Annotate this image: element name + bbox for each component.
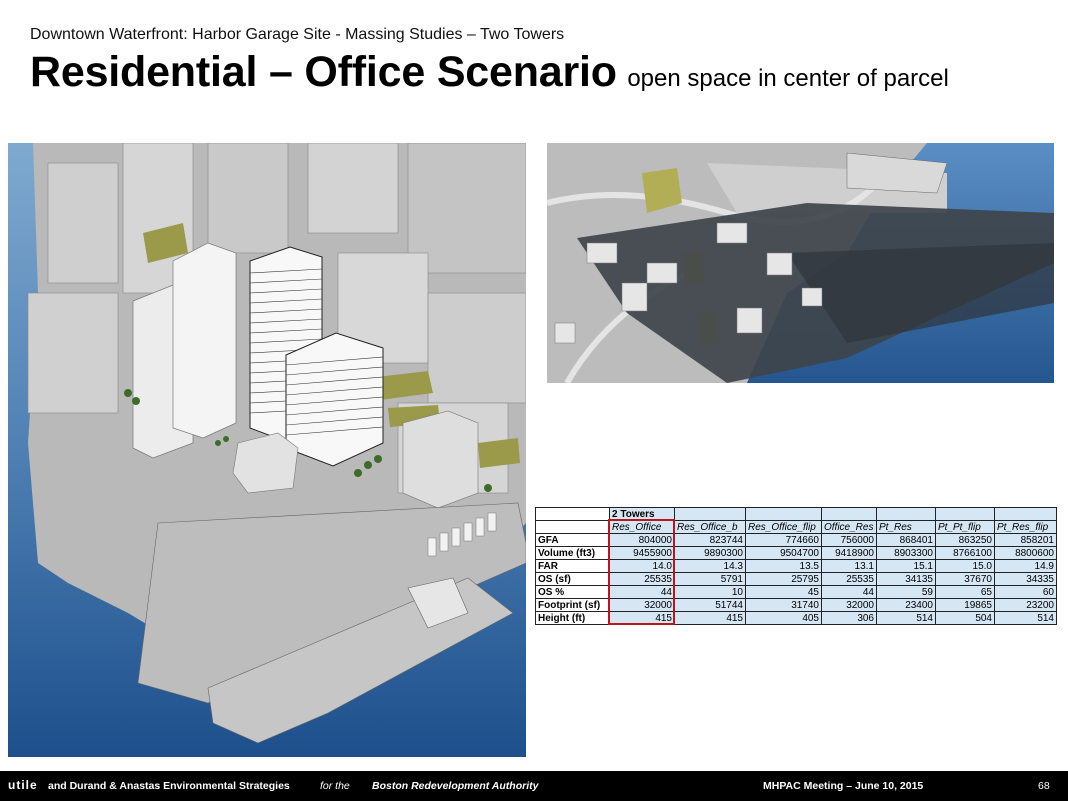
table-cell: 415: [609, 611, 675, 625]
table-row: OS % 44 10 45 44 59 65 60: [535, 585, 1057, 599]
column-header: Res_Office_flip: [745, 520, 822, 534]
row-label: Height (ft): [535, 611, 610, 625]
table-cell: 59: [876, 585, 936, 599]
table-cell: 14.0: [609, 559, 675, 573]
table-cell: 13.5: [745, 559, 822, 573]
table-cell: 858201: [994, 533, 1057, 547]
table-cell: 51744: [674, 598, 746, 612]
table-header-row: Res_Office Res_Office_b Res_Office_flip …: [535, 520, 1057, 534]
row-label: Footprint (sf): [535, 598, 610, 612]
table-cell: 5791: [674, 572, 746, 586]
table-cell: 44: [821, 585, 877, 599]
table-cell: 44: [609, 585, 675, 599]
table-cell: 65: [935, 585, 995, 599]
table-cell: 823744: [674, 533, 746, 547]
table-cell: 19865: [935, 598, 995, 612]
table-cell: 9418900: [821, 546, 877, 560]
table-cell: 34335: [994, 572, 1057, 586]
slide-title-row: Residential – Office Scenario open space…: [30, 48, 949, 97]
table-cell: 9455900: [609, 546, 675, 560]
table-cell: 9504700: [745, 546, 822, 560]
table-row: Volume (ft3) 9455900 9890300 9504700 9418900…: [535, 546, 1057, 560]
table-cell: 804000: [609, 533, 675, 547]
table-cell: 15.1: [876, 559, 936, 573]
row-label: GFA: [535, 533, 610, 547]
footer-credit: and Durand & Anastas Environmental Strat…: [48, 780, 290, 792]
table-cell: 25795: [745, 572, 822, 586]
table-row: Footprint (sf) 32000 51744 31740 32000 23400 1…: [535, 598, 1057, 612]
table-group-row: 2 Towers: [535, 507, 1057, 521]
table-cell: 14.3: [674, 559, 746, 573]
utile-logo: utile: [8, 778, 38, 792]
table-cell: 45: [745, 585, 822, 599]
shadow-study-plan: [547, 143, 1054, 383]
footer-client: Boston Redevelopment Authority: [372, 780, 539, 792]
table-cell: 9890300: [674, 546, 746, 560]
table-cell: 23200: [994, 598, 1057, 612]
footer-for-text: for the: [320, 780, 350, 792]
table-cell: 756000: [821, 533, 877, 547]
aerial-massing-render: [8, 143, 526, 757]
slide-supertitle: Downtown Waterfront: Harbor Garage Site …: [30, 26, 565, 43]
table-cell: 37670: [935, 572, 995, 586]
table-row: FAR 14.0 14.3 13.5 13.1 15.1 15.0 14.9: [535, 559, 1057, 573]
table-row: OS (sf) 25535 5791 25795 25535 34135 37670 3433…: [535, 572, 1057, 586]
table-cell: 514: [876, 611, 936, 625]
table-cell: 8766100: [935, 546, 995, 560]
table-cell: 415: [674, 611, 746, 625]
column-header: Pt_Res_flip: [994, 520, 1057, 534]
table-cell: 774660: [745, 533, 822, 547]
row-label: OS (sf): [535, 572, 610, 586]
table-cell: 863250: [935, 533, 995, 547]
table-cell: 10: [674, 585, 746, 599]
row-label: FAR: [535, 559, 610, 573]
table-cell: 25535: [609, 572, 675, 586]
table-cell: 32000: [609, 598, 675, 612]
table-cell: 14.9: [994, 559, 1057, 573]
table-cell: 60: [994, 585, 1057, 599]
table-row: Height (ft) 415 415 405 306 514 504 514: [535, 611, 1057, 625]
slide-title: Residential – Office Scenario: [30, 48, 617, 96]
table-cell: 405: [745, 611, 822, 625]
table-cell: 25535: [821, 572, 877, 586]
slide-footer: utile and Durand & Anastas Environmental…: [0, 771, 1068, 801]
table-cell: 32000: [821, 598, 877, 612]
table-cell: 15.0: [935, 559, 995, 573]
massing-comparison-table: 2 Towers Res_Office Res_Office_b Res_Off…: [535, 507, 1057, 625]
column-header: Office_Res: [821, 520, 877, 534]
column-header: Res_Office_b: [674, 520, 746, 534]
table-cell: 8903300: [876, 546, 936, 560]
row-label: OS %: [535, 585, 610, 599]
column-header: Pt_Res: [876, 520, 936, 534]
page-number: 68: [1038, 780, 1050, 792]
table-row: GFA 804000 823744 774660 756000 868401 863250 8…: [535, 533, 1057, 547]
table-cell: 306: [821, 611, 877, 625]
column-header: Pt_Pt_flip: [935, 520, 995, 534]
slide-subtitle: open space in center of parcel: [627, 65, 949, 92]
table-cell: 514: [994, 611, 1057, 625]
row-label: Volume (ft3): [535, 546, 610, 560]
table-cell: 8800600: [994, 546, 1057, 560]
group-label: 2 Towers: [609, 507, 675, 521]
table-cell: 31740: [745, 598, 822, 612]
column-header: Res_Office: [609, 520, 675, 534]
table-cell: 34135: [876, 572, 936, 586]
table-cell: 504: [935, 611, 995, 625]
table-cell: 23400: [876, 598, 936, 612]
table-cell: 868401: [876, 533, 936, 547]
table-cell: 13.1: [821, 559, 877, 573]
footer-meeting: MHPAC Meeting – June 10, 2015: [763, 780, 924, 792]
